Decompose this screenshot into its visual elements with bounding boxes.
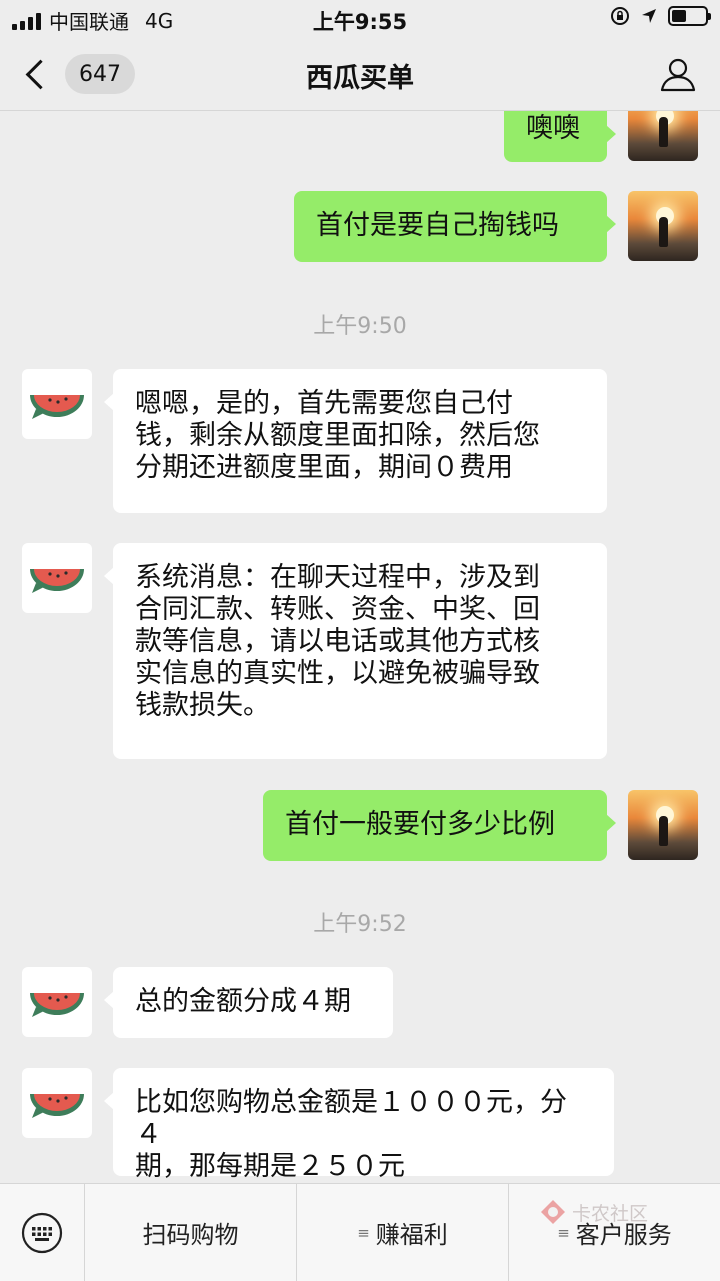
- my-avatar[interactable]: [628, 191, 698, 261]
- profile-icon[interactable]: [658, 54, 698, 94]
- merchant-avatar[interactable]: [22, 1068, 92, 1138]
- rotation-lock-icon: [611, 7, 629, 25]
- message-timestamp: 上午9:50: [313, 314, 407, 339]
- watermark-text: 卡农社区: [572, 1202, 649, 1225]
- menu-scan-shopping[interactable]: 扫码购物: [85, 1184, 297, 1281]
- message-timestamp: 上午9:52: [313, 912, 407, 937]
- keyboard-toggle-button[interactable]: [0, 1184, 85, 1281]
- my-avatar[interactable]: [628, 111, 698, 161]
- merchant-message-bubble[interactable]: 总的金额分成４期: [104, 967, 393, 1038]
- keyboard-icon: [21, 1212, 63, 1253]
- my-avatar[interactable]: [628, 790, 698, 860]
- menu-label: 赚福利: [375, 1221, 448, 1249]
- my-message-bubble[interactable]: 噢噢: [504, 111, 616, 162]
- battery-level: [672, 10, 686, 22]
- my-message-bubble[interactable]: 首付是要自己掏钱吗: [294, 191, 616, 262]
- menu-earn-rewards[interactable]: ≡ 赚福利: [297, 1184, 509, 1281]
- status-bar: 中国联通 4G 上午9:55: [0, 0, 720, 38]
- menu-label: 扫码购物: [142, 1221, 239, 1249]
- my-message-bubble[interactable]: 首付一般要付多少比例: [263, 790, 616, 861]
- merchant-message-bubble[interactable]: 嗯嗯，是的，首先需要您自己付 钱，剩余从额度里面扣除，然后您 分期还进额度里面，…: [104, 369, 607, 513]
- watermark-logo-icon: [541, 1200, 565, 1224]
- watermelon-logo-icon: [30, 1094, 84, 1118]
- battery-icon: [668, 6, 711, 26]
- merchant-avatar[interactable]: [22, 369, 92, 439]
- chat-title: 西瓜买单: [306, 63, 414, 94]
- location-arrow-icon: [642, 9, 656, 23]
- submenu-icon: ≡: [357, 1223, 370, 1242]
- watermelon-logo-icon: [30, 993, 84, 1017]
- watermelon-logo-icon: [30, 569, 84, 593]
- chat-header: 647 西瓜买单: [0, 38, 720, 111]
- merchant-avatar[interactable]: [22, 543, 92, 613]
- watermelon-logo-icon: [30, 395, 84, 419]
- merchant-avatar[interactable]: [22, 967, 92, 1037]
- watermark: 卡农社区: [538, 1192, 658, 1232]
- merchant-message-bubble[interactable]: 比如您购物总金额是１０００元，分４ 期，那每期是２５０元: [104, 1068, 614, 1182]
- merchant-message-bubble[interactable]: 系统消息：在聊天过程中，涉及到 合同汇款、转账、资金、中奖、回 款等信息，请以电…: [104, 543, 607, 759]
- message-list[interactable]: 噢噢 首付是要自己掏钱吗 上午9:50 嗯嗯，是的，首先需要您自己付 钱，剩余从…: [0, 111, 720, 1183]
